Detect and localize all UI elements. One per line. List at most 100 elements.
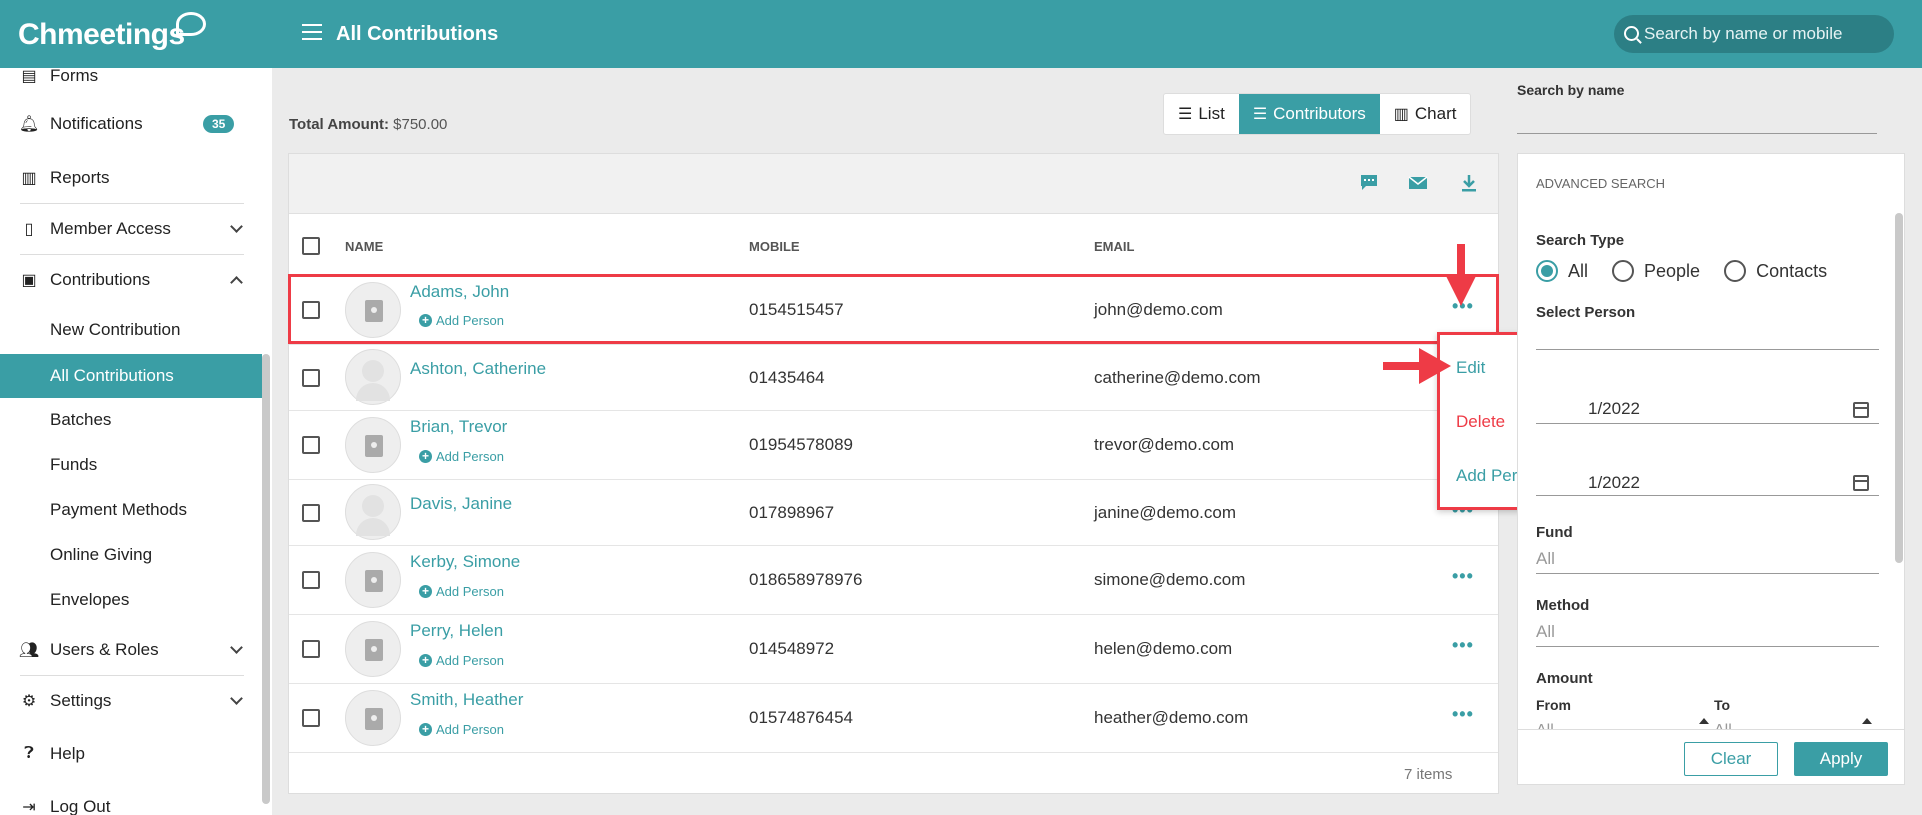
contributor-mobile: 014548972 — [749, 639, 835, 658]
table-row[interactable]: Davis, Janine 017898967 janine@demo.com … — [289, 480, 1498, 546]
sidebar-item-label: Log Out — [50, 797, 111, 815]
radio-all[interactable] — [1536, 260, 1558, 282]
id-badge-icon — [365, 708, 383, 730]
tab-contributors[interactable]: ☰ Contributors — [1238, 94, 1380, 134]
bar-chart-icon: ▥ — [1393, 106, 1409, 123]
fund-label: Fund — [1536, 524, 1573, 541]
sidebar-subitem-envelopes[interactable]: Envelopes — [0, 578, 262, 622]
row-checkbox[interactable] — [302, 709, 320, 727]
select-all-checkbox[interactable] — [302, 237, 320, 255]
calendar-icon[interactable] — [1853, 402, 1869, 418]
chevron-down-icon — [230, 640, 243, 654]
apply-button[interactable]: Apply — [1794, 742, 1888, 776]
menu-item-edit[interactable]: Edit — [1456, 358, 1485, 378]
row-checkbox[interactable] — [302, 571, 320, 589]
table-row[interactable]: Perry, Helen + Add Person 014548972 helen… — [289, 615, 1498, 684]
more-options-icon[interactable]: ••• — [1452, 566, 1474, 587]
add-person-label: Add Person — [436, 584, 504, 599]
sidebar-item-forms[interactable]: ▤ Forms — [0, 68, 262, 98]
advanced-search-scrollbar[interactable] — [1895, 213, 1903, 563]
date-from-field[interactable]: 1/2022 — [1536, 396, 1879, 424]
radio-people[interactable] — [1612, 260, 1635, 282]
column-name[interactable]: NAME — [345, 239, 383, 254]
contributor-name[interactable]: Kerby, Simone — [410, 552, 520, 572]
sidebar-subitem-batches[interactable]: Batches — [0, 398, 262, 442]
radio-contacts[interactable] — [1724, 260, 1747, 282]
contributor-name[interactable]: Davis, Janine — [410, 494, 512, 514]
tab-list[interactable]: ☰ List — [1164, 94, 1239, 134]
sidebar-subitem-all-contributions[interactable]: All Contributions — [0, 354, 262, 398]
select-person-field[interactable] — [1536, 322, 1879, 350]
person-icon — [362, 495, 384, 517]
add-person-link[interactable]: + Add Person — [419, 653, 504, 668]
row-checkbox[interactable] — [302, 504, 320, 522]
row-checkbox[interactable] — [302, 436, 320, 454]
sidebar-subitem-label: Online Giving — [50, 545, 153, 564]
contributor-mobile: 01574876454 — [749, 708, 854, 727]
search-type-radios: All People Contacts — [1536, 260, 1827, 282]
global-search-input[interactable] — [1644, 15, 1884, 53]
sidebar-item-contributions[interactable]: ▣ Contributions — [0, 258, 262, 302]
contributor-name[interactable]: Perry, Helen — [410, 621, 503, 641]
search-by-name-input[interactable] — [1517, 106, 1877, 134]
table-header: NAME MOBILE EMAIL — [289, 214, 1498, 276]
sidebar-subitem-label: Envelopes — [50, 590, 130, 609]
search-type-label: Search Type — [1536, 232, 1625, 249]
plus-circle-icon: + — [419, 654, 432, 667]
contributor-name[interactable]: Brian, Trevor — [410, 417, 507, 437]
date-to-field[interactable]: 1/2022 — [1536, 468, 1879, 496]
sidebar-divider — [20, 203, 244, 204]
calendar-icon[interactable] — [1853, 475, 1869, 491]
bell-icon: 🔔︎ — [18, 116, 40, 133]
sidebar-scrollbar[interactable] — [262, 354, 270, 804]
table-row[interactable]: Ashton, Catherine 01435464 catherine@dem… — [289, 345, 1498, 411]
menu-item-delete[interactable]: Delete — [1456, 412, 1505, 432]
sidebar-item-settings[interactable]: ⚙︎ Settings — [0, 679, 262, 723]
amount-label: Amount — [1536, 670, 1593, 687]
table-row[interactable]: Smith, Heather + Add Person 01574876454 h… — [289, 684, 1498, 753]
mail-icon[interactable] — [1407, 172, 1429, 194]
sidebar-item-logout[interactable]: ⇥ Log Out — [0, 785, 262, 815]
column-mobile[interactable]: MOBILE — [749, 239, 800, 254]
sidebar-item-help[interactable]: ❓︎ Help — [0, 732, 262, 776]
column-email[interactable]: EMAIL — [1094, 239, 1134, 254]
method-select[interactable]: All — [1536, 619, 1879, 647]
add-person-link[interactable]: + Add Person — [419, 584, 504, 599]
sidebar-subitem-label: New Contribution — [50, 320, 181, 339]
tab-chart[interactable]: ▥ Chart — [1380, 94, 1471, 134]
avatar — [345, 552, 401, 608]
arrow-right-annotation-icon — [1383, 348, 1451, 384]
sidebar-item-member-access[interactable]: ▯ Member Access — [0, 207, 262, 251]
add-person-link[interactable]: + Add Person — [419, 449, 504, 464]
sidebar-subitem-new-contribution[interactable]: New Contribution — [0, 308, 262, 352]
hamburger-menu-icon[interactable] — [302, 24, 322, 40]
sidebar-subitem-payment-methods[interactable]: Payment Methods — [0, 488, 262, 532]
table-row[interactable]: Kerby, Simone + Add Person 018658978976 s… — [289, 546, 1498, 615]
more-options-icon[interactable]: ••• — [1452, 704, 1474, 725]
message-icon[interactable] — [1358, 172, 1380, 194]
contributors-table: NAME MOBILE EMAIL Adams, John + Add Perso… — [288, 153, 1499, 794]
clear-button[interactable]: Clear — [1684, 742, 1778, 776]
contributor-name[interactable]: Ashton, Catherine — [410, 359, 546, 379]
logo[interactable]: Chmeetings — [18, 12, 206, 52]
sidebar-item-notifications[interactable]: 🔔︎ Notifications 35 — [0, 102, 262, 146]
more-options-icon[interactable]: ••• — [1452, 635, 1474, 656]
page-title: All Contributions — [336, 23, 499, 45]
fund-select[interactable]: All — [1536, 546, 1879, 574]
add-person-link[interactable]: + Add Person — [419, 722, 504, 737]
sidebar-item-reports[interactable]: ▥ Reports — [0, 156, 262, 200]
row-checkbox[interactable] — [302, 640, 320, 658]
table-row[interactable]: Brian, Trevor + Add Person 01954578089 tr… — [289, 411, 1498, 480]
sidebar: ▤ Forms 🔔︎ Notifications 35 ▥ Reports ▯ … — [0, 68, 272, 815]
sidebar-subitem-funds[interactable]: Funds — [0, 443, 262, 487]
spinner-up-icon[interactable] — [1862, 718, 1872, 724]
spinner-up-icon[interactable] — [1699, 718, 1709, 724]
sidebar-item-users-roles[interactable]: 👥︎ Users & Roles — [0, 628, 262, 672]
row-checkbox[interactable] — [302, 369, 320, 387]
download-icon[interactable] — [1458, 172, 1480, 194]
fund-value: All — [1536, 549, 1555, 568]
avatar — [345, 417, 401, 473]
sidebar-subitem-online-giving[interactable]: Online Giving — [0, 533, 262, 577]
contributor-name[interactable]: Smith, Heather — [410, 690, 523, 710]
plus-circle-icon: + — [419, 585, 432, 598]
